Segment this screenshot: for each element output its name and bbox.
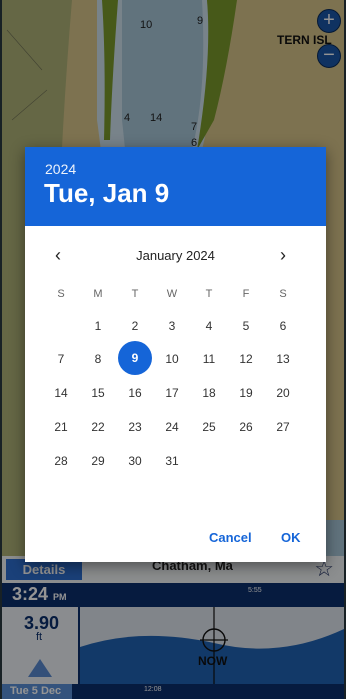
calendar-day[interactable]: 10	[154, 352, 190, 366]
calendar-day[interactable]: 3	[154, 319, 190, 333]
calendar-day[interactable]: 28	[43, 454, 79, 468]
weekday-label: F	[242, 288, 250, 300]
calendar-grid: S M T W T F S 1 2 3 4 5 6 7 8 9 10 11 12 13 14 15 16 17 18 19 20 21…	[25, 147, 326, 562]
calendar-day-selected[interactable]: 9	[118, 341, 152, 375]
weekday-label: W	[166, 288, 178, 300]
cancel-button[interactable]: Cancel	[209, 530, 252, 545]
calendar-day[interactable]: 22	[80, 420, 116, 434]
calendar-day[interactable]: 8	[80, 352, 116, 366]
calendar-day[interactable]: 18	[191, 386, 227, 400]
calendar-day[interactable]: 19	[228, 386, 264, 400]
calendar-day[interactable]: 15	[80, 386, 116, 400]
calendar-day[interactable]: 21	[43, 420, 79, 434]
calendar-day[interactable]: 26	[228, 420, 264, 434]
calendar-day[interactable]: 29	[80, 454, 116, 468]
calendar-day[interactable]: 23	[117, 420, 153, 434]
calendar-day[interactable]: 25	[191, 420, 227, 434]
calendar-day[interactable]: 11	[191, 352, 227, 366]
calendar-day[interactable]: 16	[117, 386, 153, 400]
calendar-day[interactable]: 17	[154, 386, 190, 400]
calendar-day[interactable]: 5	[228, 319, 264, 333]
calendar-day[interactable]: 13	[265, 352, 301, 366]
calendar-day[interactable]: 6	[265, 319, 301, 333]
date-picker-dialog: 2024 Tue, Jan 9 January 2024 ‹ › SMTWTFS…	[25, 147, 326, 562]
calendar-day[interactable]: 7	[43, 352, 79, 366]
calendar-day[interactable]: 1	[80, 319, 116, 333]
weekday-label: T	[131, 288, 139, 300]
calendar-day[interactable]: 24	[154, 420, 190, 434]
calendar-day[interactable]: 14	[43, 386, 79, 400]
weekday-label: S	[57, 288, 65, 300]
weekday-label: T	[205, 288, 213, 300]
calendar-day[interactable]: 12	[228, 352, 264, 366]
calendar-day[interactable]: 27	[265, 420, 301, 434]
calendar-day[interactable]: 4	[191, 319, 227, 333]
ok-button[interactable]: OK	[281, 530, 301, 545]
weekday-label: M	[93, 288, 103, 300]
calendar-day[interactable]: 2	[117, 319, 153, 333]
calendar-day[interactable]: 31	[154, 454, 190, 468]
calendar-day[interactable]: 20	[265, 386, 301, 400]
calendar-day[interactable]: 30	[117, 454, 153, 468]
weekday-label: S	[279, 288, 287, 300]
